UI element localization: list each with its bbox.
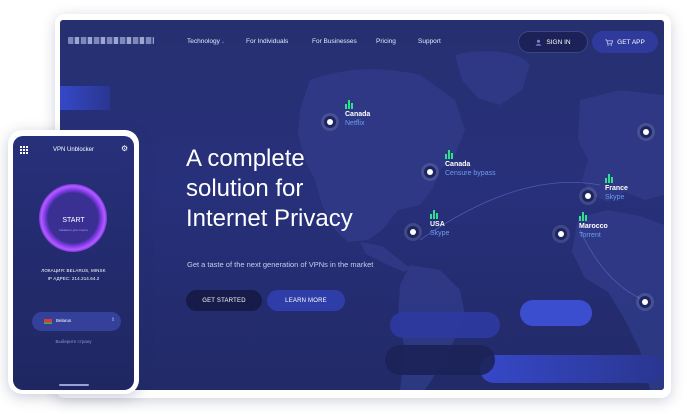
phone-frame: VPN Unblocker ⚙ START Нажмите для старта… [8,130,139,394]
signal-bars-icon [445,150,496,159]
location-service: Skype [605,194,625,201]
location-service: Netflix [345,120,365,127]
location-name: France [605,185,628,192]
location-service: Skype [430,230,450,237]
top-navigation: Technology⌄ For Individuals For Business… [60,20,664,60]
user-icon [536,39,542,46]
choose-country-link[interactable]: Выберите страну [13,339,134,344]
sign-in-button[interactable]: SIGN IN [518,31,588,53]
gear-icon[interactable]: ⚙ [121,144,128,154]
get-started-button[interactable]: GET STARTED [186,290,262,311]
start-label: START [62,217,85,224]
signal-bars-icon [579,212,608,221]
signal-bars-icon [605,174,628,183]
location-name: Canada [345,111,371,118]
hero-title-line-1: A complete [186,145,305,172]
location-name: Marocco [579,223,608,230]
chevron-icon: ⇕ [111,317,116,323]
location-label-france-skype: France Skype [605,174,628,202]
location-label-usa-skype: USA Skype [430,210,449,238]
app-title: VPN Unblocker [52,147,94,153]
location-pin-africa[interactable] [639,296,651,308]
location-pin-usa-skype[interactable] [407,226,419,238]
brand-logo[interactable] [68,37,154,44]
nav-for-individuals[interactable]: For Individuals [246,38,288,45]
location-label-canada-censure: Canada Censure bypass [445,150,496,178]
location-name: USA [430,221,445,228]
website-screen: Technology⌄ For Individuals For Business… [60,20,664,390]
location-pin-canada-netflix[interactable] [324,116,336,128]
location-pin-europe-north[interactable] [640,126,652,138]
country-select[interactable]: Belarus ⇕ [32,312,121,331]
location-pin-marocco-torrent[interactable] [555,228,567,240]
decor-pill-3 [480,355,664,383]
nav-technology-label: Technology [187,38,220,45]
location-pin-canada-censure[interactable] [424,166,436,178]
get-app-button[interactable]: GET APP [592,31,658,53]
desktop-browser-frame: Technology⌄ For Individuals For Business… [55,14,671,398]
learn-more-button[interactable]: LEARN MORE [267,290,345,311]
nav-for-businesses[interactable]: For Businesses [312,38,357,45]
phone-screen: VPN Unblocker ⚙ START Нажмите для старта… [13,136,134,390]
country-label: Belarus [56,318,72,323]
nav-support[interactable]: Support [418,38,441,45]
start-sublabel: Нажмите для старта [59,228,88,232]
signal-bars-icon [430,210,449,219]
cart-icon [605,38,614,46]
location-service: Censure bypass [445,170,496,177]
decor-pill-1 [390,312,500,338]
location-label-canada-netflix: Canada Netflix [345,100,370,128]
location-label-marocco-torrent: Marocco Torrent [579,212,608,240]
belarus-flag-icon [44,319,52,324]
location-pin-france-skype[interactable] [582,190,594,202]
location-service: Torrent [579,232,601,239]
ip-address-info: IP АДРЕС: 214.214.64.2 [47,276,100,281]
hero-title-line-2: solution for [186,175,304,202]
home-indicator [59,384,89,386]
signal-bars-icon [345,100,370,109]
decor-pill-4 [385,345,495,375]
hero-subtitle: Get a taste of the next generation of VP… [187,260,374,269]
sign-in-label: SIGN IN [546,38,571,46]
nav-technology[interactable]: Technology⌄ [187,38,225,45]
chevron-down-icon: ⌄ [220,39,226,45]
location-info: ЛОКАЦИЯ: BELARUS, MINSK [41,268,106,273]
location-name: Canada [445,161,471,168]
get-app-label: GET APP [617,38,645,46]
decor-pill-left [60,86,110,110]
decor-pill-2 [520,300,592,326]
hero-title: A complete solution for Internet Privacy [186,144,446,234]
nav-pricing[interactable]: Pricing [376,38,396,45]
